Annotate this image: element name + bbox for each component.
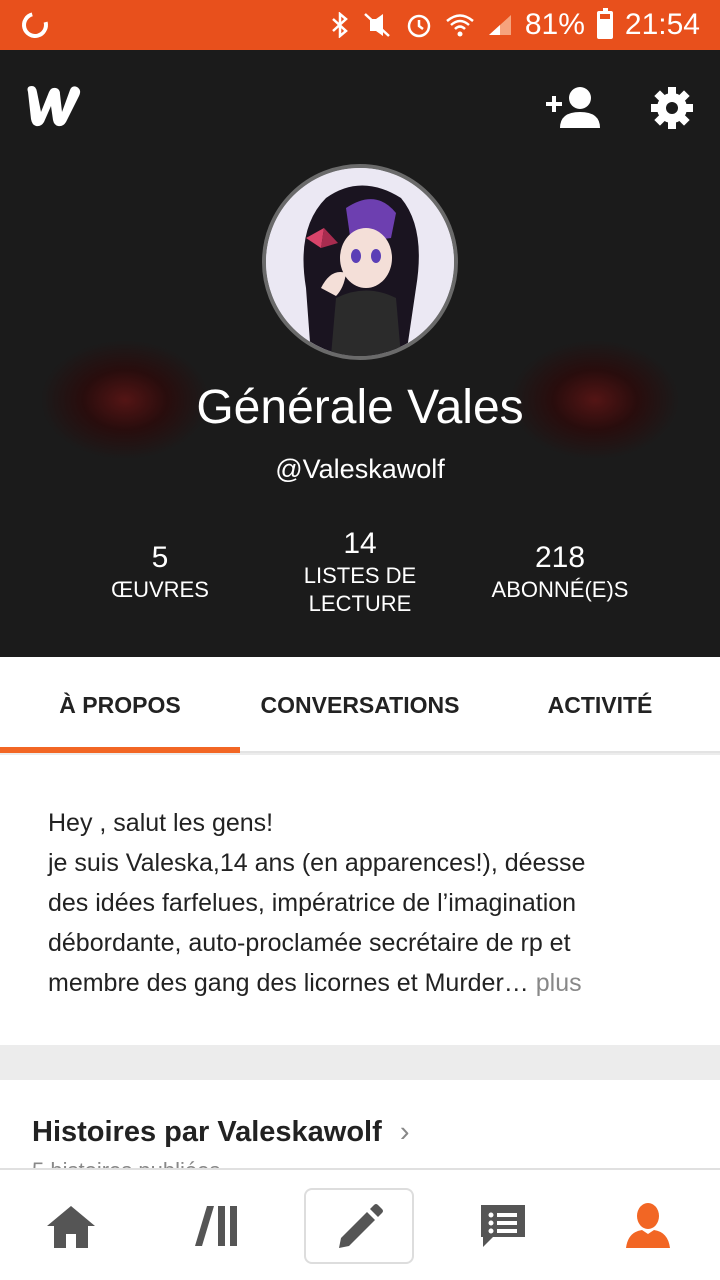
add-user-icon xyxy=(546,87,600,128)
write-icon xyxy=(339,1204,383,1248)
followers-label: ABONNÉ(E)S xyxy=(491,577,629,602)
about-line-1: Hey , salut les gens! xyxy=(48,809,274,837)
stories-section[interactable]: Histoires par Valeskawolf › 5 histoires … xyxy=(0,1080,720,1180)
gear-icon xyxy=(651,87,693,129)
followers-count: 218 xyxy=(534,541,586,574)
display-name: Générale Vales xyxy=(196,381,524,434)
profile-icon xyxy=(626,1203,670,1248)
stories-title-row[interactable]: Histoires par Valeskawolf › xyxy=(32,1116,410,1149)
signal-icon xyxy=(487,13,513,37)
nav-profile-button[interactable] xyxy=(593,1188,703,1264)
reading-lists-label-line1: LISTES DE xyxy=(303,563,417,588)
followers-stat[interactable]: 218 ABONNÉ(E)S xyxy=(450,540,670,604)
works-stat[interactable]: 5 ŒUVRES xyxy=(50,540,270,604)
tab-conversations[interactable]: CONVERSATIONS xyxy=(240,657,480,753)
tab-activity[interactable]: ACTIVITÉ xyxy=(480,657,720,753)
home-icon xyxy=(47,1206,95,1248)
status-bar: 81% 21:54 xyxy=(0,0,720,50)
stories-title: Histoires par Valeskawolf xyxy=(32,1116,382,1148)
nav-home-button[interactable] xyxy=(16,1188,126,1264)
battery-icon xyxy=(596,8,613,39)
about-section: Hey , salut les gens! je suis Valeska,14… xyxy=(0,755,720,1045)
settings-button[interactable] xyxy=(650,86,694,130)
battery-percent: 81% xyxy=(524,8,585,41)
about-line-2: je suis Valeska,14 ans (en apparences!),… xyxy=(48,849,586,877)
works-label: ŒUVRES xyxy=(111,577,209,602)
status-icons: 81% 21:54 xyxy=(331,0,700,50)
more-link[interactable]: plus xyxy=(536,969,582,997)
nav-messages-button[interactable] xyxy=(448,1188,558,1264)
profile-header: Générale Vales @Valeskawolf 5 ŒUVRES 14 … xyxy=(0,50,720,657)
wattpad-logo-icon[interactable] xyxy=(24,82,88,130)
about-line-5: membre des gang des licornes et Murder… xyxy=(48,969,529,997)
sync-icon xyxy=(17,7,53,43)
reading-lists-label-line2: LECTURE xyxy=(308,591,412,616)
nav-write-button[interactable] xyxy=(304,1188,414,1264)
nav-library-button[interactable] xyxy=(162,1188,272,1264)
about-line-5-wrap: membre des gang des licornes et Murder… … xyxy=(48,963,672,1003)
profile-tabs: À PROPOS CONVERSATIONS ACTIVITÉ xyxy=(0,657,720,753)
library-icon xyxy=(195,1206,237,1246)
about-line-3: des idées farfelues, impératrice de l’im… xyxy=(48,889,577,917)
reading-lists-stat[interactable]: 14 LISTES DE LECTURE xyxy=(250,526,470,618)
tab-about[interactable]: À PROPOS xyxy=(0,657,240,753)
mute-icon xyxy=(361,12,393,38)
username: @Valeskawolf xyxy=(275,454,445,484)
chevron-right-icon: › xyxy=(399,1116,410,1148)
messages-icon xyxy=(481,1205,525,1247)
alarm-icon xyxy=(405,11,433,39)
avatar[interactable] xyxy=(262,164,458,360)
about-line-4: débordante, auto-proclamée secrétaire de… xyxy=(48,929,571,957)
wifi-icon xyxy=(445,12,475,38)
reading-lists-count: 14 xyxy=(343,527,377,560)
bottom-navigation xyxy=(0,1168,720,1280)
bluetooth-icon xyxy=(331,12,349,38)
works-count: 5 xyxy=(151,541,169,574)
clock: 21:54 xyxy=(624,8,700,41)
add-friend-button[interactable] xyxy=(544,84,602,132)
